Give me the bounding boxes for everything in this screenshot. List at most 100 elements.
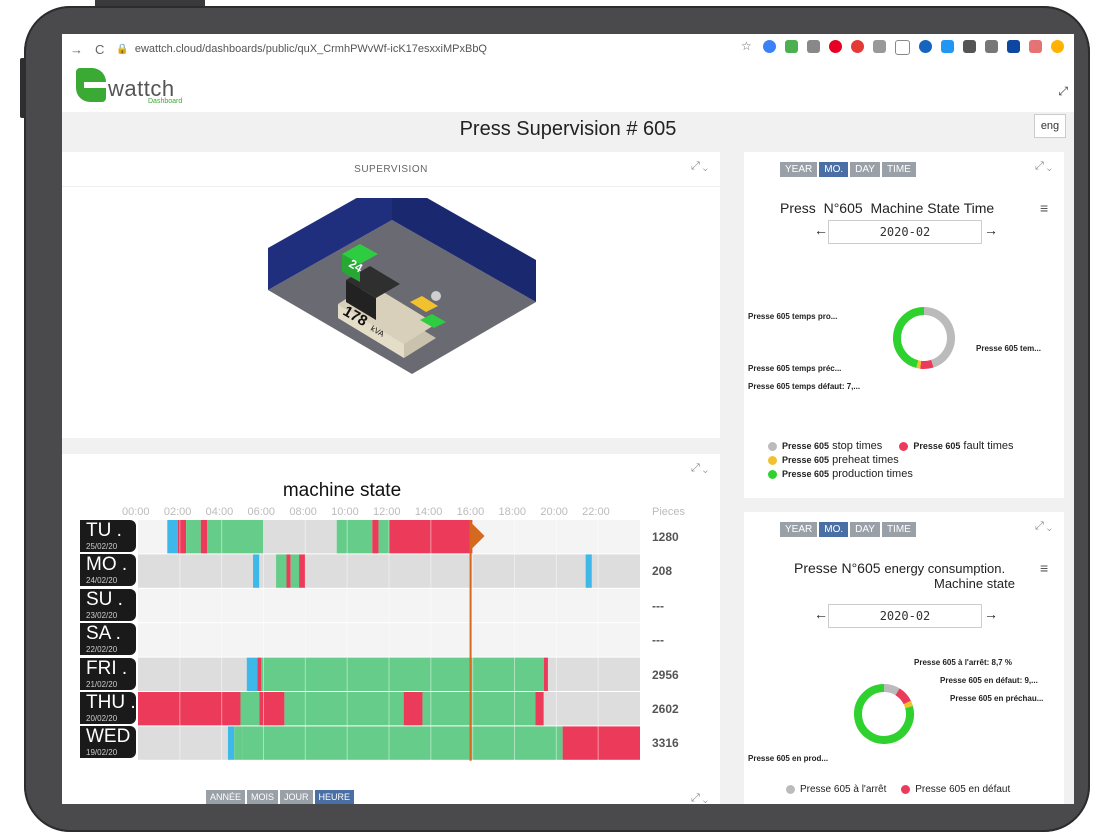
chart-menu-icon[interactable]: ≡ xyxy=(1040,560,1048,576)
pieces-count: 2956 xyxy=(652,667,679,682)
tab-month[interactable]: MO. xyxy=(819,162,849,177)
state-segment-stop xyxy=(138,726,228,760)
donut-slice-fault[interactable] xyxy=(895,688,911,705)
panel-expand-collapse-icon[interactable]: ⤢ ⌄ xyxy=(1035,520,1052,533)
donut-slice-preheat[interactable] xyxy=(903,700,913,709)
tab-time[interactable]: TIME xyxy=(881,162,916,177)
hour-tick-label: 00:00 xyxy=(122,506,150,518)
hour-tick-label: 04:00 xyxy=(205,506,234,518)
next-period-arrow[interactable]: → xyxy=(984,606,998,622)
next-period-arrow[interactable]: → xyxy=(984,222,998,238)
panel-expand-collapse-icon[interactable]: ⤢ ⌄ xyxy=(691,160,708,173)
extension-icon[interactable] xyxy=(941,40,954,53)
hour-tick-label: 08:00 xyxy=(289,506,317,518)
extension-icon[interactable] xyxy=(1051,40,1064,53)
tab-annee[interactable]: ANNÉE xyxy=(206,790,246,804)
extension-icon[interactable] xyxy=(873,40,886,53)
tab-day[interactable]: DAY xyxy=(850,162,880,177)
state-segment-stop xyxy=(543,692,640,726)
hour-tick-label: 18:00 xyxy=(498,506,527,518)
legend-fault[interactable]: fault times xyxy=(963,440,1013,452)
mail-icon[interactable] xyxy=(807,40,820,53)
extension-icon[interactable] xyxy=(1029,40,1042,53)
energy-legend-fault[interactable]: Presse 605 en défaut xyxy=(915,784,1010,795)
state-segment-fault xyxy=(286,554,291,588)
language-button[interactable]: eng xyxy=(1034,114,1066,138)
day-name: MO . xyxy=(86,554,128,576)
panel-expand-collapse-icon[interactable]: ⤢ ⌄ xyxy=(691,462,708,475)
tab-jour[interactable]: JOUR xyxy=(280,790,313,804)
browser-toolbar: → C 🔒 ewattch.cloud/dashboards/public/qu… xyxy=(62,34,1074,65)
previous-period-arrow[interactable]: ← xyxy=(814,222,828,238)
day-label: SA . 22/02/20 xyxy=(80,623,136,656)
state-time-panel: YEAR MO. DAY TIME ⤢ ⌄ Press N°605 Machin… xyxy=(744,152,1064,498)
legend-production[interactable]: production times xyxy=(832,468,913,480)
state-segment-production xyxy=(284,692,404,726)
legend-row-2: Presse 605 preheat times xyxy=(768,454,899,466)
tab-day[interactable]: DAY xyxy=(850,522,880,537)
logo-subtitle: Dashboard xyxy=(148,98,183,105)
tab-month[interactable]: MO. xyxy=(819,522,849,537)
extension-icon[interactable] xyxy=(963,40,976,53)
hour-tick-label: 02:00 xyxy=(163,506,192,518)
tab-year[interactable]: YEAR xyxy=(780,522,818,537)
legend-stop[interactable]: stop times xyxy=(832,440,882,452)
day-label: WED . 19/02/20 xyxy=(80,726,136,769)
machine-state-panel: ⤢ ⌄ machine state 00:00 02:00 04:00 06:00 08… xyxy=(62,454,720,804)
screen: → C 🔒 ewattch.cloud/dashboards/public/qu… xyxy=(62,34,1074,804)
day-date: 20/02/20 xyxy=(86,714,118,723)
energy-legend-stop[interactable]: Presse 605 à l'arrêt xyxy=(800,784,886,795)
state-segment-fault xyxy=(177,520,187,554)
pieces-count: 1280 xyxy=(652,530,679,544)
donut-slice-production[interactable] xyxy=(893,307,925,369)
extension-icon[interactable] xyxy=(763,40,776,53)
app-header: wattch Dashboard ⤢ xyxy=(62,64,1074,112)
fullscreen-icon[interactable]: ⤢ xyxy=(1058,84,1068,99)
day-date: 19/02/20 xyxy=(86,748,118,758)
state-segment-preheat xyxy=(585,554,592,588)
energy-label-preheat: Presse 605 en préchau... xyxy=(950,694,1044,703)
reload-icon[interactable]: C xyxy=(95,42,104,57)
period-field[interactable]: 2020-02 xyxy=(828,220,982,244)
donut-slice-stop[interactable] xyxy=(883,684,900,696)
donut-slice-fault[interactable] xyxy=(920,359,934,369)
day-name: SA . xyxy=(86,623,121,645)
period-field[interactable]: 2020-02 xyxy=(828,604,982,628)
page-title: Press Supervision # 605 xyxy=(459,118,677,140)
extension-icon[interactable] xyxy=(985,40,998,53)
logo-mark xyxy=(76,68,106,102)
previous-period-arrow[interactable]: ← xyxy=(814,606,828,622)
legend-dot-fault xyxy=(899,441,909,451)
state-segment-production xyxy=(186,520,201,554)
legend-preheat[interactable]: preheat times xyxy=(832,454,899,466)
donut-slice-preheat[interactable] xyxy=(916,360,922,369)
chart-menu-icon[interactable]: ≡ xyxy=(1040,200,1048,216)
adblock-icon[interactable] xyxy=(851,40,864,53)
tab-year[interactable]: YEAR xyxy=(780,162,818,177)
label-production: Presse 605 temps pro... xyxy=(748,312,838,321)
donut-slice-stop[interactable] xyxy=(923,307,955,368)
state-segment-fault xyxy=(403,692,423,726)
day-date: 23/02/20 xyxy=(86,610,118,620)
tab-time[interactable]: TIME xyxy=(881,522,916,537)
star-icon[interactable]: ☆ xyxy=(741,40,754,53)
hour-tick-label: 06:00 xyxy=(247,506,276,518)
pinterest-icon[interactable] xyxy=(829,40,842,53)
extension-icon[interactable] xyxy=(785,40,798,53)
extension-icon[interactable] xyxy=(1007,40,1020,53)
tab-mois[interactable]: MOIS xyxy=(247,790,279,804)
state-segment-stop xyxy=(138,657,247,691)
tab-heure[interactable]: HEURE xyxy=(314,790,355,804)
ewattch-logo[interactable]: wattch Dashboard xyxy=(76,68,182,105)
pocket-icon[interactable] xyxy=(895,40,910,55)
url-bar[interactable]: ewattch.cloud/dashboards/public/quX_Crmh… xyxy=(135,43,487,55)
supervision-title: SUPERVISION xyxy=(354,164,428,175)
panel-expand-collapse-icon[interactable]: ⤢ ⌄ xyxy=(1035,160,1052,173)
panel-expand-collapse-icon[interactable]: ⤢ ⌄ xyxy=(691,792,708,804)
state-segment-production xyxy=(261,657,544,691)
day-date: 25/02/20 xyxy=(86,542,118,551)
day-label: FRI . 21/02/20 xyxy=(80,657,136,690)
forward-icon[interactable]: → xyxy=(70,42,83,57)
state-segment-empty xyxy=(138,520,168,554)
extension-icon[interactable] xyxy=(919,40,932,53)
